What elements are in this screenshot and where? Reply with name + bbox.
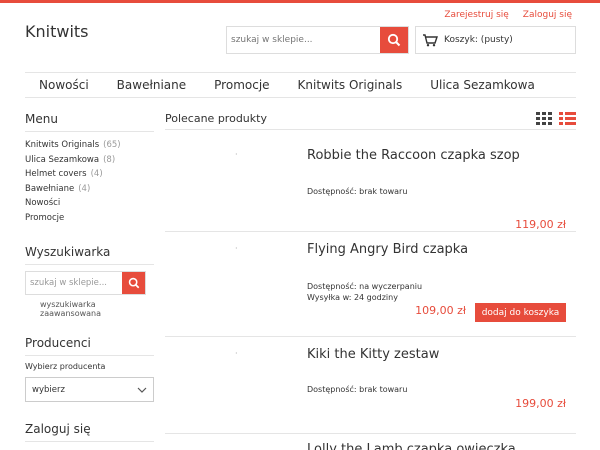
nav-item-knitwits-originals[interactable]: Knitwits Originals — [298, 78, 403, 92]
product-image[interactable]: · — [235, 244, 238, 253]
product-item: · Robbie the Raccoon czapka szop Dostępn… — [165, 134, 576, 232]
sidebar-search-button[interactable] — [122, 272, 145, 294]
product-item: · Kiki the Kitty zestaw Dostępność: brak… — [165, 337, 576, 434]
menu-title: Menu — [25, 112, 154, 132]
account-links: Zarejestruj się Zaloguj się — [444, 10, 572, 20]
header-search — [226, 26, 409, 54]
cart-icon — [423, 34, 438, 47]
top-accent-bar — [0, 0, 600, 3]
list-view-icon[interactable] — [559, 112, 576, 125]
featured-title: Polecane produkty — [165, 112, 267, 125]
nav-item-nowosci[interactable]: Nowości — [39, 78, 89, 92]
sidebar-search-input[interactable]: szukaj w sklepie... — [26, 272, 122, 294]
menu-item-count: (65) — [103, 140, 121, 150]
menu-item-count: (4) — [78, 183, 91, 194]
add-to-cart-button[interactable]: dodaj do koszyka — [475, 303, 566, 322]
view-switcher — [536, 112, 576, 125]
product-price: 119,00 zł — [515, 218, 566, 231]
menu-item-label: Ulica Sezamkowa — [25, 154, 100, 165]
nav-item-promocje[interactable]: Promocje — [214, 78, 269, 92]
register-link[interactable]: Zarejestruj się — [444, 10, 508, 20]
menu-item-label: Bawełniane — [25, 183, 75, 194]
menu-item-count: (8) — [103, 154, 116, 165]
product-availability: Dostępność: brak towaru — [307, 187, 408, 196]
nav-item-ulica-sezamkowa[interactable]: Ulica Sezamkowa — [430, 78, 535, 92]
menu-item[interactable]: Ulica Sezamkowa (8) — [25, 153, 154, 168]
login-block: Zaloguj się — [25, 422, 154, 448]
login-block-title: Zaloguj się — [25, 422, 154, 442]
menu-item-label: Helmet covers — [25, 169, 87, 179]
menu-item-count: (4) — [90, 169, 103, 179]
product-price: 199,00 zł — [515, 397, 566, 410]
producers-label: Wybierz producenta — [25, 362, 106, 371]
menu-item-label: Nowości — [25, 198, 61, 208]
product-name[interactable]: Flying Angry Bird czapka — [307, 242, 468, 257]
product-name[interactable]: Lolly the Lamb czapka owieczka — [307, 442, 516, 450]
chevron-down-icon — [137, 387, 147, 393]
sidebar-menu: Menu Knitwits Originals (65) Ulica Sezamk… — [25, 112, 154, 225]
featured-header: Polecane produkty — [165, 112, 576, 130]
producers-title: Producenci — [25, 336, 154, 356]
menu-item[interactable]: Bawełniane (4) — [25, 182, 154, 197]
product-availability: Dostępność: na wyczerpaniu — [307, 282, 423, 291]
menu-item[interactable]: Helmet covers (4) — [25, 167, 154, 182]
search-block-title: Wyszukiwarka — [25, 245, 154, 265]
cart-label: Koszyk: (pusty) — [444, 35, 513, 45]
advanced-search-link[interactable]: wyszukiwarka zaawansowana — [40, 300, 154, 318]
producer-select-value: wybierz — [32, 384, 65, 395]
menu-item[interactable]: Knitwits Originals (65) — [25, 138, 154, 153]
sidebar-search: szukaj w sklepie... — [25, 271, 146, 295]
cart-widget[interactable]: Koszyk: (pusty) — [415, 26, 576, 54]
producers-block: Producenci Wybierz producenta wybierz — [25, 336, 154, 402]
producer-select[interactable]: wybierz — [25, 377, 154, 402]
nav-item-bawelniane[interactable]: Bawełniane — [117, 78, 186, 92]
product-price: 109,00 zł — [415, 304, 466, 317]
product-shipping: Wysyłka w: 24 godziny — [307, 293, 398, 302]
search-button[interactable] — [380, 27, 408, 53]
main-nav: Nowości Bawełniane Promocje Knitwits Ori… — [25, 72, 576, 98]
store-logo[interactable]: Knitwits — [25, 22, 89, 41]
product-item: · Flying Angry Bird czapka Dostępność: n… — [165, 232, 576, 337]
product-name[interactable]: Robbie the Raccoon czapka szop — [307, 148, 520, 163]
search-input[interactable] — [227, 27, 380, 53]
menu-item[interactable]: Promocje — [25, 211, 154, 226]
menu-item-label: Knitwits Originals — [25, 140, 100, 150]
product-image[interactable]: · — [235, 150, 238, 159]
product-image[interactable]: · — [235, 349, 238, 358]
product-item: Lolly the Lamb czapka owieczka — [165, 434, 576, 450]
product-availability: Dostępność: brak towaru — [307, 385, 408, 394]
menu-item[interactable]: Nowości — [25, 196, 154, 211]
main-content: Polecane produkty · Robbie the Raccoon c… — [165, 112, 576, 450]
login-link[interactable]: Zaloguj się — [523, 10, 572, 20]
menu-item-label: Promocje — [25, 212, 65, 223]
product-name[interactable]: Kiki the Kitty zestaw — [307, 347, 439, 362]
grid-view-icon[interactable] — [536, 112, 553, 125]
search-icon — [128, 277, 139, 289]
search-icon — [387, 33, 401, 47]
sidebar-search-block: Wyszukiwarka szukaj w sklepie... wyszuki… — [25, 245, 154, 318]
